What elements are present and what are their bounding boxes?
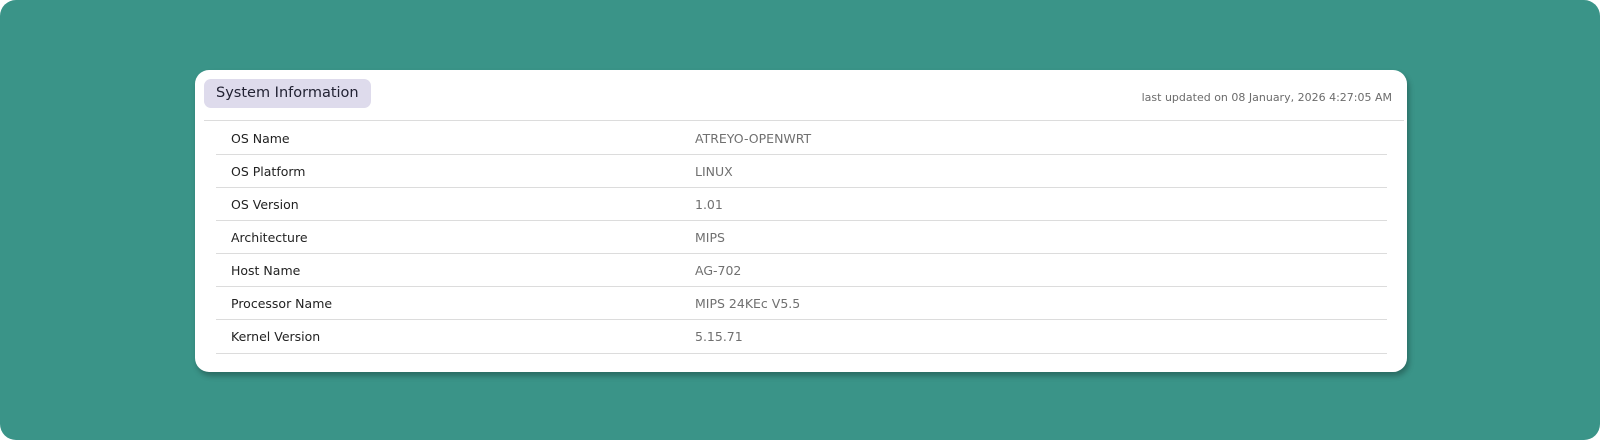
system-information-card: System Information last updated on 08 Ja… [195,70,1407,372]
row-value: ATREYO-OPENWRT [695,131,812,146]
row-value: MIPS 24KEc V5.5 [695,296,801,311]
row-label: Processor Name [231,296,333,311]
table-row: Kernel Version 5.15.71 [216,320,1387,354]
card-header: System Information last updated on 08 Ja… [195,70,1407,121]
header-divider [204,120,1404,121]
row-label: OS Version [231,197,299,212]
system-info-table: OS Name ATREYO-OPENWRT OS Platform LINUX… [216,122,1387,354]
row-label: Architecture [231,230,308,245]
last-updated-timestamp: last updated on 08 January, 2026 4:27:05… [1141,91,1392,104]
table-row: Host Name AG-702 [216,254,1387,287]
row-value: LINUX [695,164,733,179]
row-value: 5.15.71 [695,329,743,344]
table-row: OS Platform LINUX [216,155,1387,188]
table-row: Processor Name MIPS 24KEc V5.5 [216,287,1387,320]
table-row: OS Version 1.01 [216,188,1387,221]
row-value: MIPS [695,230,725,245]
row-label: Host Name [231,263,301,278]
row-label: Kernel Version [231,329,321,344]
table-row: Architecture MIPS [216,221,1387,254]
card-title: System Information [204,79,371,108]
row-label: OS Name [231,131,290,146]
row-label: OS Platform [231,164,306,179]
row-value: AG-702 [695,263,742,278]
page-background: System Information last updated on 08 Ja… [0,0,1600,440]
row-value: 1.01 [695,197,723,212]
table-row: OS Name ATREYO-OPENWRT [216,122,1387,155]
